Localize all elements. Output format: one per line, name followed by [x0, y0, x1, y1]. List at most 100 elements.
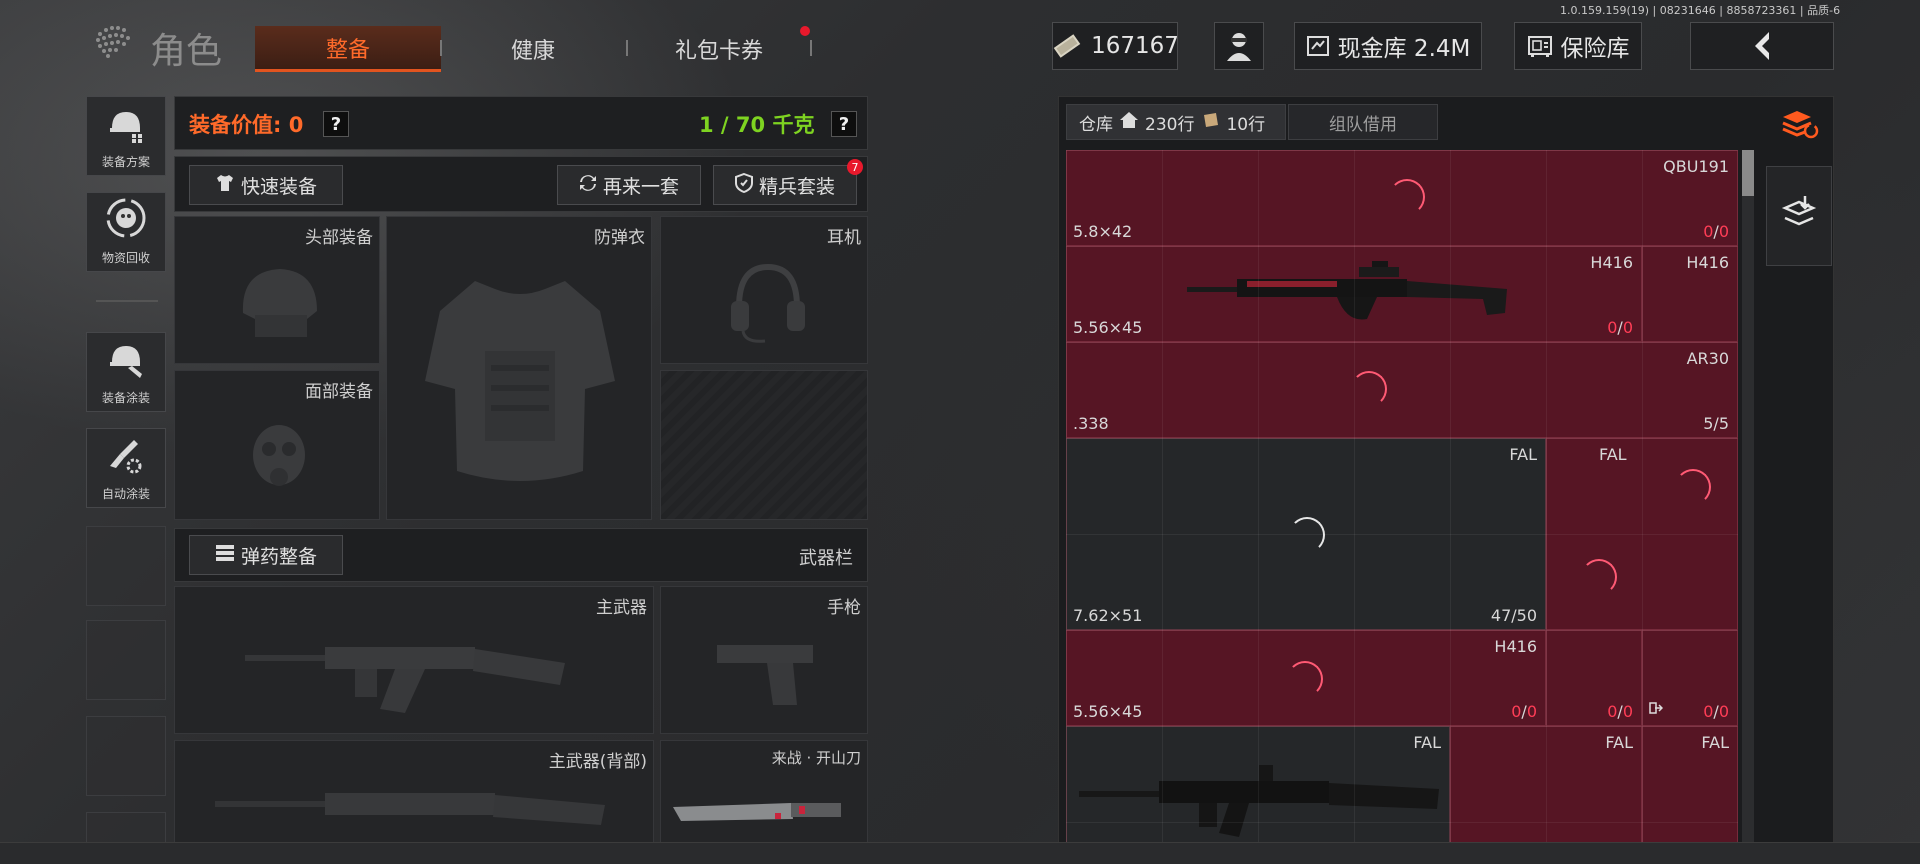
- item-ammo-cell[interactable]: 0/0: [1642, 630, 1738, 726]
- item-name: H416: [1590, 253, 1633, 272]
- item-count: 0/0: [1511, 702, 1537, 721]
- storage-scrollbar[interactable]: [1742, 150, 1754, 844]
- gas-mask-icon: [253, 425, 305, 486]
- item-name: AR30: [1686, 349, 1729, 368]
- item-name: FAL: [1701, 733, 1729, 752]
- tab-separator: [810, 40, 812, 56]
- again-label: 再来一套: [602, 175, 679, 198]
- cash-vault-button[interactable]: 现金库 2.4M: [1294, 22, 1482, 70]
- help-icon[interactable]: ?: [831, 111, 857, 137]
- safe-vault-button[interactable]: 保险库: [1514, 22, 1642, 70]
- item-name: H416: [1686, 253, 1729, 272]
- slot-label: 防弹衣: [594, 228, 645, 248]
- safe-icon: [1527, 34, 1553, 58]
- tab-storage-label: 仓库: [1079, 114, 1113, 135]
- item-caliber: 5.8×42: [1073, 222, 1133, 241]
- stack-refresh-icon: [1779, 107, 1819, 145]
- tool-label: 装备涂装: [101, 391, 150, 405]
- helmet-plan-icon: [106, 106, 146, 147]
- operator-button[interactable]: [1214, 22, 1264, 70]
- home-icon: [1119, 111, 1139, 134]
- loading-spinner: [1287, 661, 1323, 697]
- pistol-slot[interactable]: 手枪: [660, 586, 868, 734]
- scroll-thumb[interactable]: [1742, 150, 1754, 196]
- notification-dot: [800, 26, 810, 36]
- again-button[interactable]: 再来一套: [557, 165, 701, 205]
- cash-vault-label: 现金库 2.4M: [1337, 36, 1471, 62]
- tab-health[interactable]: 健康: [440, 26, 626, 72]
- weight-value: 1 / 70 千克: [699, 113, 815, 137]
- elite-set-button[interactable]: 精兵套装: [713, 165, 857, 205]
- stack-download-icon: [1781, 194, 1817, 238]
- fal-rifle-icon: [1079, 765, 1439, 837]
- head-gear-slot[interactable]: 头部装备: [174, 216, 380, 364]
- stack-download-button[interactable]: [1766, 166, 1832, 266]
- tool-divider: [96, 300, 158, 302]
- item-name: FAL: [1413, 733, 1441, 752]
- item-count: 0/0: [1703, 702, 1729, 721]
- item-count: 47/50: [1490, 606, 1537, 625]
- tab-storage[interactable]: 仓库 230行 10行: [1066, 104, 1286, 140]
- auto-paint-button[interactable]: 自动涂装: [86, 428, 166, 508]
- banknote-icon: [1051, 33, 1083, 59]
- back-rifle-icon: [215, 793, 605, 825]
- slot-label: 来战 · 开山刀: [771, 749, 861, 767]
- brush-gear-icon: [106, 436, 146, 479]
- recycle-icon: [104, 196, 148, 243]
- supply-recycle-button[interactable]: 物资回收: [86, 192, 166, 272]
- helmet-paint-icon: [106, 340, 146, 383]
- slot-label: 主武器(背部): [548, 752, 647, 772]
- shield-icon: [734, 172, 753, 198]
- back-button[interactable]: [1690, 22, 1834, 70]
- item-name: QBU191: [1663, 157, 1729, 176]
- equip-actions-bar: 快速装备 再来一套 精兵套装 7: [174, 156, 868, 212]
- shirt-icon: [215, 174, 235, 197]
- item-fal-4[interactable]: FAL: [1642, 726, 1738, 844]
- item-fal[interactable]: FAL 7.62×51 47/50: [1066, 438, 1546, 630]
- pistol-icon: [717, 645, 813, 705]
- elite-set-label: 精兵套装: [758, 175, 835, 198]
- tab-equip[interactable]: 整备: [255, 26, 441, 72]
- ammo-prep-label: 弹药整备: [240, 545, 317, 568]
- empty-tool-slot: [86, 716, 166, 796]
- storage-grid: QBU191 5.8×42 0/0 H416 5.56×45 0/0 H416 …: [1066, 150, 1738, 844]
- machete-icon: [673, 803, 841, 821]
- headset-icon: [731, 263, 805, 343]
- tab-team-borrow[interactable]: 组队借用: [1288, 104, 1438, 140]
- rifle-icon: [245, 647, 565, 713]
- h416-rifle-icon: [1187, 261, 1507, 320]
- primary-back-weapon-slot[interactable]: 主武器(背部): [174, 740, 654, 844]
- item-fal-rifle[interactable]: FAL: [1066, 726, 1450, 844]
- item-fal-3[interactable]: FAL: [1450, 726, 1642, 844]
- slot-label: 头部装备: [305, 228, 373, 248]
- sort-stack-button[interactable]: [1768, 102, 1830, 150]
- item-ammo-cell[interactable]: 0/0: [1546, 630, 1642, 726]
- currency-display[interactable]: 167167: [1051, 22, 1179, 70]
- item-qbu191[interactable]: QBU191 5.8×42 0/0: [1066, 150, 1738, 246]
- help-icon[interactable]: ?: [323, 111, 349, 137]
- item-h416-small[interactable]: H416: [1642, 246, 1738, 342]
- item-h416[interactable]: H416 5.56×45 0/0: [1066, 246, 1642, 342]
- cash-vault-icon: [1306, 34, 1330, 58]
- body-armor-slot[interactable]: 防弹衣: [386, 216, 652, 520]
- item-ar30[interactable]: AR30 .338 5/5: [1066, 342, 1738, 438]
- primary-weapon-slot[interactable]: 主武器: [174, 586, 654, 734]
- slot-label: 主武器: [596, 598, 647, 618]
- item-h416-b[interactable]: H416 5.56×45 0/0: [1066, 630, 1546, 726]
- safe-vault-label: 保险库: [1560, 36, 1630, 62]
- equipment-plan-button[interactable]: 装备方案: [86, 96, 166, 176]
- melee-slot[interactable]: 来战 · 开山刀: [660, 740, 868, 844]
- face-gear-slot[interactable]: 面部装备: [174, 370, 380, 520]
- tool-label: 装备方案: [101, 155, 150, 169]
- bag-rows: 10行: [1226, 114, 1266, 135]
- equipment-paint-button[interactable]: 装备涂装: [86, 332, 166, 412]
- item-count: 0/0: [1703, 222, 1729, 241]
- operator-avatar-icon: [1222, 29, 1256, 63]
- ammo-prep-button[interactable]: 弹药整备: [189, 535, 343, 575]
- quick-equip-button[interactable]: 快速装备: [189, 165, 343, 205]
- tab-gift-cards[interactable]: 礼包卡券: [626, 26, 812, 72]
- headset-slot[interactable]: 耳机: [660, 216, 868, 364]
- item-fal-2[interactable]: FAL: [1546, 438, 1738, 630]
- version-text: 1.0.159.159(19) | 08231646 | 8858723361 …: [1560, 4, 1841, 17]
- item-caliber: 5.56×45: [1073, 702, 1143, 721]
